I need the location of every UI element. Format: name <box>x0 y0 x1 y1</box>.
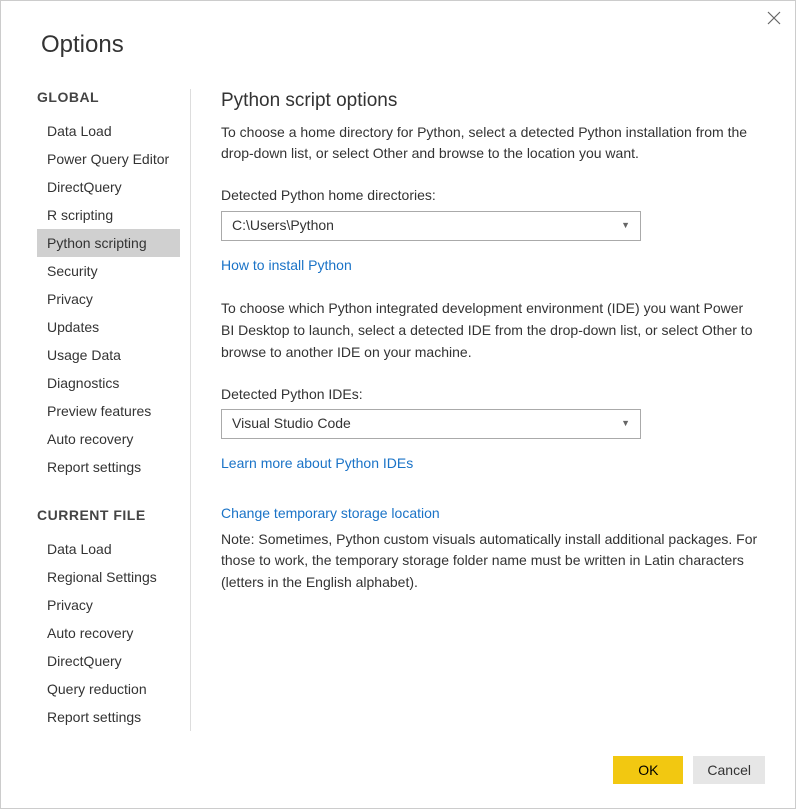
nav-section-global: GLOBAL <box>37 89 190 105</box>
nav-item-cf-data-load[interactable]: Data Load <box>37 535 180 563</box>
nav-item-cf-report-settings[interactable]: Report settings <box>37 703 180 731</box>
storage-location-link[interactable]: Change temporary storage location <box>221 503 440 525</box>
nav-item-python-scripting[interactable]: Python scripting <box>37 229 180 257</box>
nav-item-diagnostics[interactable]: Diagnostics <box>37 369 180 397</box>
chevron-down-icon: ▼ <box>621 219 630 233</box>
home-dir-dropdown[interactable]: C:\Users\Python ▼ <box>221 211 641 241</box>
dialog-footer: OK Cancel <box>613 756 765 784</box>
intro-text: To choose a home directory for Python, s… <box>221 122 759 165</box>
nav-item-r-scripting[interactable]: R scripting <box>37 201 180 229</box>
close-icon[interactable] <box>767 11 781 29</box>
ok-button[interactable]: OK <box>613 756 683 784</box>
nav-item-cf-query-reduction[interactable]: Query reduction <box>37 675 180 703</box>
nav-item-power-query-editor[interactable]: Power Query Editor <box>37 145 180 173</box>
nav-item-security[interactable]: Security <box>37 257 180 285</box>
cancel-button[interactable]: Cancel <box>693 756 765 784</box>
ide-value: Visual Studio Code <box>232 413 351 435</box>
home-dir-label: Detected Python home directories: <box>221 185 759 207</box>
ide-label: Detected Python IDEs: <box>221 384 759 406</box>
ide-dropdown[interactable]: Visual Studio Code ▼ <box>221 409 641 439</box>
nav-item-privacy[interactable]: Privacy <box>37 285 180 313</box>
nav-item-usage-data[interactable]: Usage Data <box>37 341 180 369</box>
nav-item-auto-recovery[interactable]: Auto recovery <box>37 425 180 453</box>
nav-section-current-file: CURRENT FILE <box>37 507 190 523</box>
python-ide-link[interactable]: Learn more about Python IDEs <box>221 453 413 475</box>
sidebar: GLOBAL Data Load Power Query Editor Dire… <box>1 89 191 731</box>
note-text: Note: Sometimes, Python custom visuals a… <box>221 529 759 594</box>
nav-item-cf-privacy[interactable]: Privacy <box>37 591 180 619</box>
nav-item-cf-auto-recovery[interactable]: Auto recovery <box>37 619 180 647</box>
main-panel: Python script options To choose a home d… <box>191 89 795 731</box>
nav-item-cf-directquery[interactable]: DirectQuery <box>37 647 180 675</box>
nav-item-directquery[interactable]: DirectQuery <box>37 173 180 201</box>
nav-item-updates[interactable]: Updates <box>37 313 180 341</box>
chevron-down-icon: ▼ <box>621 417 630 431</box>
dialog-title: Options <box>1 1 795 59</box>
nav-item-report-settings[interactable]: Report settings <box>37 453 180 481</box>
install-python-link[interactable]: How to install Python <box>221 255 352 277</box>
nav-item-preview-features[interactable]: Preview features <box>37 397 180 425</box>
main-title: Python script options <box>221 89 759 114</box>
ide-intro-text: To choose which Python integrated develo… <box>221 298 759 363</box>
nav-item-data-load[interactable]: Data Load <box>37 117 180 145</box>
nav-item-cf-regional-settings[interactable]: Regional Settings <box>37 563 180 591</box>
home-dir-value: C:\Users\Python <box>232 215 334 237</box>
